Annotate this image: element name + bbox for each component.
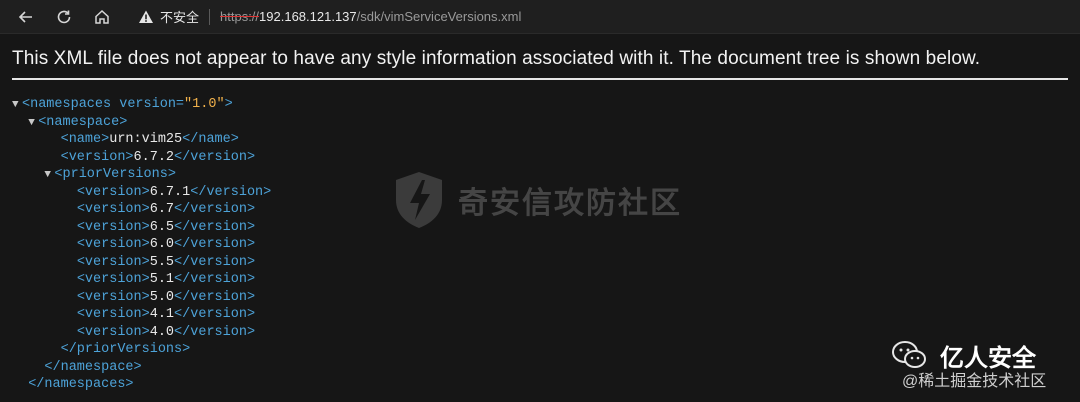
address-bar[interactable]: 不安全 https:// 192.168.121.137 /sdk/vimSer… [138, 5, 521, 29]
tag-version-open: <version> [60, 149, 134, 165]
tree-line-prior-version: <version>4.1</version> [12, 306, 271, 324]
security-status[interactable]: 不安全 [160, 7, 199, 26]
tree-line-prior-version: <version>6.7</version> [12, 201, 271, 219]
reload-button[interactable] [52, 5, 76, 29]
prior-version-value: 5.0 [149, 289, 175, 305]
fold-toggle[interactable]: ▼ [28, 115, 38, 133]
prior-version-value: 6.0 [149, 237, 175, 252]
url-path: /sdk/vimServiceVersions.xml [356, 9, 522, 24]
shield-bolt-logo-icon [396, 172, 442, 228]
wechat-icon [892, 341, 926, 368]
tree-line-prior-version: <version>4.0</version> [12, 324, 271, 342]
fold-toggle[interactable]: ▼ [44, 167, 54, 185]
home-icon [95, 9, 109, 24]
tag-name-close: </name> [182, 132, 239, 147]
tree-line-namespaces-close: </namespaces> [12, 376, 271, 394]
tree-line-prior-version: <version>5.5</version> [12, 254, 271, 272]
attr-version-value: "1.0" [184, 97, 225, 112]
reload-icon [57, 10, 71, 23]
tag-priorversions-open: <priorVersions> [54, 167, 176, 182]
xml-tree: ▼ <namespaces version="1.0"> ▼ <namespace>… [12, 96, 271, 394]
tag-version-close: </version> [174, 254, 256, 270]
back-arrow-icon [18, 10, 32, 23]
tree-line-namespace-close: </namespace> [12, 359, 271, 377]
tree-line-name: <name>urn:vim25</name> [12, 131, 271, 149]
tag-version-close: </version> [174, 219, 256, 235]
prior-version-value: 6.5 [149, 219, 175, 235]
tree-line-namespaces-open: ▼ <namespaces version="1.0"> [12, 96, 271, 114]
tag-version-open: <version> [76, 237, 150, 252]
tag-version-open: <version> [76, 324, 150, 340]
prior-version-value: 6.7 [149, 202, 175, 217]
tag-namespace-close: </namespace> [44, 359, 142, 375]
tree-line-prior-version: <version>6.0</version> [12, 236, 271, 254]
tag-version-open: <version> [76, 307, 150, 322]
tag-name-open: <name> [60, 132, 110, 147]
home-button[interactable] [90, 5, 114, 29]
prior-version-value: 5.1 [149, 272, 175, 287]
tree-line-prior-version: <version>5.1</version> [12, 271, 271, 289]
tag-version-close: </version> [174, 307, 256, 322]
tag-version-close: </version> [174, 289, 256, 305]
prior-version-value: 4.0 [149, 324, 175, 340]
tag-version-close: </version> [174, 237, 256, 252]
watermark-text: 奇安信攻防社区 [458, 187, 682, 220]
tag-version-open: <version> [76, 202, 150, 217]
tree-line-namespace-open: ▼ <namespace> [12, 114, 271, 132]
fold-toggle[interactable]: ▼ [12, 97, 22, 115]
tag-namespaces-open-end: > [224, 97, 233, 112]
tag-namespaces-open: <namespaces [22, 97, 112, 112]
tag-namespace-open: <namespace> [38, 114, 128, 130]
attr-version-name: version= [111, 97, 185, 112]
tag-version-close: </version> [174, 202, 256, 217]
tag-version-close: </version> [174, 324, 256, 340]
tag-priorversions-close: </priorVersions> [60, 342, 191, 357]
tree-line-priorversions-open: ▼ <priorVersions> [12, 166, 271, 184]
prior-version-value: 5.5 [149, 254, 175, 270]
url-host: 192.168.121.137 [259, 9, 357, 24]
prior-versions-list: <version>6.7.1</version> <version>6.7</v… [12, 184, 271, 342]
warning-icon [139, 10, 153, 23]
tree-line-prior-version: <version>5.0</version> [12, 289, 271, 307]
name-value: urn:vim25 [109, 132, 183, 147]
tag-version-open: <version> [76, 289, 150, 305]
tag-version-open: <version> [76, 184, 150, 200]
tag-version-open: <version> [76, 254, 150, 270]
address-separator [209, 8, 211, 25]
tag-version-open: <version> [76, 219, 150, 235]
back-button[interactable] [14, 5, 38, 29]
tag-version-close: </version> [174, 272, 256, 287]
xml-info-message: This XML file does not appear to have an… [12, 48, 1068, 80]
prior-version-value: 6.7.1 [149, 184, 191, 200]
browser-toolbar: 不安全 https:// 192.168.121.137 /sdk/vimSer… [0, 0, 1080, 34]
tree-line-prior-version: <version>6.7.1</version> [12, 184, 271, 202]
tree-line-version: <version>6.7.2</version> [12, 149, 271, 167]
tag-version-open: <version> [76, 272, 150, 287]
tree-line-prior-version: <version>6.5</version> [12, 219, 271, 237]
center-watermark: 奇安信攻防社区 [392, 170, 682, 230]
tag-version-close: </version> [190, 184, 272, 200]
version-value: 6.7.2 [133, 149, 175, 165]
prior-version-value: 4.1 [149, 307, 175, 322]
tag-namespaces-close: </namespaces> [28, 377, 134, 392]
url-scheme: https:// [220, 9, 260, 24]
tag-version-close: </version> [174, 149, 256, 165]
tree-line-priorversions-close: </priorVersions> [12, 341, 271, 359]
watermark-brand-subtitle: @稀土掘金技术社区 [902, 373, 1047, 390]
